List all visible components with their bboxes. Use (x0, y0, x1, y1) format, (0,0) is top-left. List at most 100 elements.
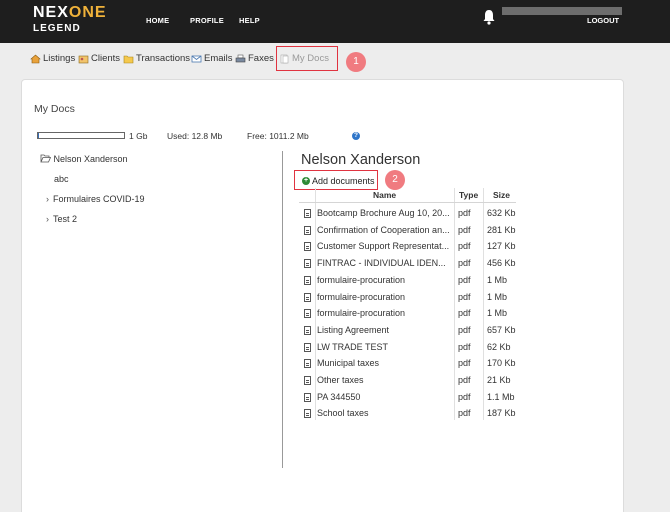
table-row[interactable]: Listing Agreement pdf 657 Kb (299, 322, 516, 338)
chevron-right-icon[interactable]: › (46, 214, 53, 224)
table-row[interactable]: School taxes pdf 187 Kb (299, 405, 516, 421)
column-header-type[interactable]: Type (459, 190, 478, 200)
document-name[interactable]: Customer Support Representat... (317, 241, 451, 251)
document-size: 21 Kb (487, 375, 511, 385)
document-icon (304, 392, 311, 402)
bell-icon[interactable] (482, 9, 496, 25)
chevron-right-icon[interactable]: › (46, 194, 53, 204)
table-row[interactable]: formulaire-procuration pdf 1 Mb (299, 272, 516, 288)
logo[interactable]: NEXONE LEGEND (33, 4, 107, 35)
document-type: pdf (458, 341, 471, 352)
folder-title: Nelson Xanderson (301, 152, 421, 168)
logout-link[interactable]: LOGOUT (587, 16, 619, 25)
tab-transactions[interactable]: Transactions (123, 53, 190, 64)
document-size: 170 Kb (487, 358, 516, 369)
document-type: pdf (458, 208, 471, 218)
document-name[interactable]: PA 344550 (317, 392, 451, 402)
table-row[interactable]: Customer Support Representat... pdf 127 Kb (299, 238, 516, 254)
top-navbar: NEXONE LEGEND HOME PROFILE HELP LOGOUT (0, 0, 670, 43)
tab-label: Transactions (136, 53, 191, 64)
table-row[interactable]: FINTRAC - INDIVIDUAL IDEN... pdf 456 Kb (299, 255, 516, 271)
help-icon[interactable]: ? (352, 132, 360, 140)
tab-clients[interactable]: Clients (78, 53, 120, 64)
document-name[interactable]: Other taxes (317, 375, 451, 385)
open-folder-icon (40, 154, 52, 163)
table-row[interactable]: PA 344550 pdf 1.1 Mb (299, 389, 516, 405)
document-name[interactable]: FINTRAC - INDIVIDUAL IDEN... (317, 258, 451, 268)
column-header-size[interactable]: Size (493, 190, 510, 200)
document-name[interactable]: formulaire-procuration (317, 308, 451, 318)
logo-text-a: NEX (33, 4, 69, 21)
table-row[interactable]: Municipal taxes pdf 170 Kb (299, 355, 516, 371)
document-icon (304, 242, 311, 252)
document-type: pdf (458, 358, 471, 369)
table-row[interactable]: Bootcamp Brochure Aug 10, 20... pdf 632 Kb (299, 205, 516, 221)
table-row[interactable]: formulaire-procuration pdf 1 Mb (299, 305, 516, 321)
house-icon (30, 54, 41, 63)
pane-divider[interactable] (282, 151, 283, 468)
document-icon (304, 225, 311, 235)
table-row[interactable]: formulaire-procuration pdf 1 Mb (299, 289, 516, 305)
document-icon (304, 376, 311, 385)
document-name[interactable]: formulaire-procuration (317, 275, 451, 285)
document-name[interactable]: Bootcamp Brochure Aug 10, 20... (317, 208, 451, 218)
document-size: 62 Kb (487, 341, 511, 352)
header-separator (299, 202, 516, 203)
step-marker-1: 1 (346, 52, 366, 72)
printer-icon (235, 54, 246, 62)
tree-item-abc[interactable]: abc (54, 174, 69, 184)
document-size: 187 Kb (487, 408, 516, 419)
document-type: pdf (458, 274, 471, 285)
document-icon (304, 359, 311, 369)
table-row[interactable]: Other taxes pdf 21 Kb (299, 372, 516, 388)
tab-listings[interactable]: Listings (30, 53, 75, 64)
tree-root-folder[interactable]: Nelson Xanderson (40, 154, 128, 164)
tree-item-label: Formulaires COVID-19 (53, 194, 145, 204)
document-type: pdf (458, 391, 471, 402)
column-header-name[interactable]: Name (373, 190, 396, 200)
tab-label: Clients (91, 53, 121, 64)
nav-help[interactable]: HELP (239, 16, 260, 25)
storage-usage-fill (38, 133, 40, 138)
panel-title: My Docs (34, 103, 75, 115)
document-icon (304, 292, 311, 302)
highlight-box-my-docs (276, 46, 338, 71)
highlight-box-add-documents (294, 170, 378, 190)
document-name[interactable]: LW TRADE TEST (317, 342, 451, 352)
nav-home[interactable]: HOME (146, 16, 169, 25)
document-icon (304, 309, 311, 319)
tree-item-formulaires-covid[interactable]: › Formulaires COVID-19 (46, 194, 145, 204)
document-size: 1.1 Mb (487, 391, 515, 402)
document-size: 1 Mb (487, 291, 508, 302)
document-type: pdf (458, 224, 471, 235)
document-size: 281 Kb (487, 224, 516, 235)
storage-used: Used: 12.8 Mb (167, 131, 223, 141)
document-icon (304, 275, 311, 285)
tab-label: Emails (204, 53, 233, 64)
table-row[interactable]: LW TRADE TEST pdf 62 Kb (299, 339, 516, 355)
document-type: pdf (458, 291, 471, 302)
tree-item-test-2[interactable]: › Test 2 (46, 214, 77, 224)
clients-icon (78, 55, 89, 63)
document-icon (304, 409, 311, 419)
document-name[interactable]: Municipal taxes (317, 358, 451, 368)
tab-label: Listings (43, 53, 76, 64)
storage-capacity: 1 Gb (129, 131, 148, 141)
document-name[interactable]: formulaire-procuration (317, 292, 451, 302)
tab-faxes[interactable]: Faxes (235, 53, 274, 64)
document-size: 1 Mb (487, 274, 508, 285)
email-icon (191, 55, 202, 62)
document-size: 657 Kb (487, 324, 516, 335)
nav-profile[interactable]: PROFILE (190, 16, 224, 25)
user-name-redacted (502, 7, 622, 15)
storage-free: Free: 1011.2 Mb (247, 131, 309, 141)
document-icon (304, 342, 311, 352)
tab-emails[interactable]: Emails (191, 53, 233, 64)
table-row[interactable]: Confirmation of Cooperation an... pdf 281 … (299, 222, 516, 238)
document-size: 632 Kb (487, 208, 516, 218)
document-size: 127 Kb (487, 241, 516, 252)
document-name[interactable]: Listing Agreement (317, 325, 451, 335)
document-name[interactable]: School taxes (317, 408, 451, 418)
logo-subtitle: LEGEND (33, 23, 81, 34)
document-name[interactable]: Confirmation of Cooperation an... (317, 225, 451, 235)
